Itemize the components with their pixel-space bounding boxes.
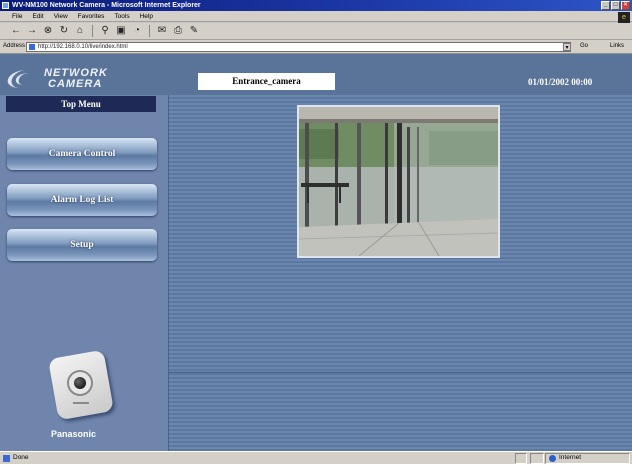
forward-icon[interactable]: → <box>26 25 38 37</box>
camera-control-button[interactable]: Camera Control <box>7 138 157 170</box>
edit-icon[interactable]: ✎ <box>188 25 200 37</box>
menu-tools[interactable]: Tools <box>114 11 129 21</box>
zone-panel <box>545 453 630 464</box>
go-button[interactable]: Go <box>580 43 588 49</box>
back-icon[interactable]: ← <box>10 25 22 37</box>
search-icon[interactable]: ⚲ <box>99 25 111 37</box>
internet-zone-icon <box>549 455 556 462</box>
status-bar: Done Internet <box>0 451 632 464</box>
camera-web-page: NETWORK CAMERA Entrance_camera 01/01/200… <box>0 54 632 451</box>
camera-name-field: Entrance_camera <box>198 73 335 90</box>
toolbar-separator <box>149 25 150 37</box>
favorites-icon[interactable]: ▣ <box>115 25 127 37</box>
address-bar: Address http://192.168.0.10/live/index.h… <box>0 40 632 54</box>
menu-bar: File Edit View Favorites Tools Help <box>0 11 632 22</box>
standard-toolbar: ← → ⊗ ↻ ⌂ ⚲ ▣ ◔ ✉ ⎙ ✎ <box>0 23 632 40</box>
panasonic-logo: Panasonic <box>51 429 97 439</box>
mail-icon[interactable]: ✉ <box>156 25 168 37</box>
logo-line2: CAMERA <box>48 78 103 90</box>
refresh-icon[interactable]: ↻ <box>58 25 70 37</box>
menu-favorites[interactable]: Favorites <box>78 11 105 21</box>
page-status-icon <box>3 455 10 462</box>
alarm-log-list-button[interactable]: Alarm Log List <box>7 184 157 216</box>
security-zone-text: Internet <box>559 454 582 461</box>
camera-lens-icon <box>74 377 86 389</box>
menu-view[interactable]: View <box>54 11 68 21</box>
sidebar-divider <box>168 95 169 451</box>
status-panel <box>515 453 527 464</box>
address-input[interactable]: http://192.168.0.10/live/index.html <box>26 42 571 52</box>
home-icon[interactable]: ⌂ <box>74 25 86 37</box>
address-dropdown-icon[interactable]: ▾ <box>563 43 571 51</box>
menu-edit[interactable]: Edit <box>32 11 43 21</box>
window-title-bar: WV-NM100 Network Camera - Microsoft Inte… <box>0 0 632 11</box>
menu-file[interactable]: File <box>12 11 22 21</box>
links-button[interactable]: Links <box>610 43 624 49</box>
window-title: WV-NM100 Network Camera - Microsoft Inte… <box>12 2 201 9</box>
stop-icon[interactable]: ⊗ <box>42 25 54 37</box>
page-header: NETWORK CAMERA Entrance_camera 01/01/200… <box>0 54 632 95</box>
page-icon <box>29 44 35 50</box>
entrance-scene-image <box>299 107 498 256</box>
ie-app-icon <box>2 2 9 9</box>
network-camera-logo: NETWORK CAMERA <box>4 68 132 90</box>
top-menu-title[interactable]: Top Menu <box>6 96 156 112</box>
minimize-button[interactable]: _ <box>601 1 610 10</box>
date-time: 01/01/2002 00:00 <box>528 77 593 87</box>
setup-button[interactable]: Setup <box>7 229 157 261</box>
print-icon[interactable]: ⎙ <box>172 25 184 37</box>
address-url[interactable]: http://192.168.0.10/live/index.html <box>38 43 128 51</box>
live-camera-image[interactable] <box>297 105 500 258</box>
camera-product-image <box>47 349 117 424</box>
maximize-button[interactable]: □ <box>611 1 620 10</box>
toolbar-separator <box>92 25 93 37</box>
close-button[interactable]: × <box>621 1 630 10</box>
address-label: Address <box>3 43 26 49</box>
menu-help[interactable]: Help <box>140 11 153 21</box>
history-icon[interactable]: ◔ <box>131 25 143 37</box>
ie-throbber-icon: e <box>618 12 630 23</box>
status-panel <box>530 453 544 464</box>
status-text: Done <box>13 454 29 461</box>
content-divider <box>169 372 632 373</box>
